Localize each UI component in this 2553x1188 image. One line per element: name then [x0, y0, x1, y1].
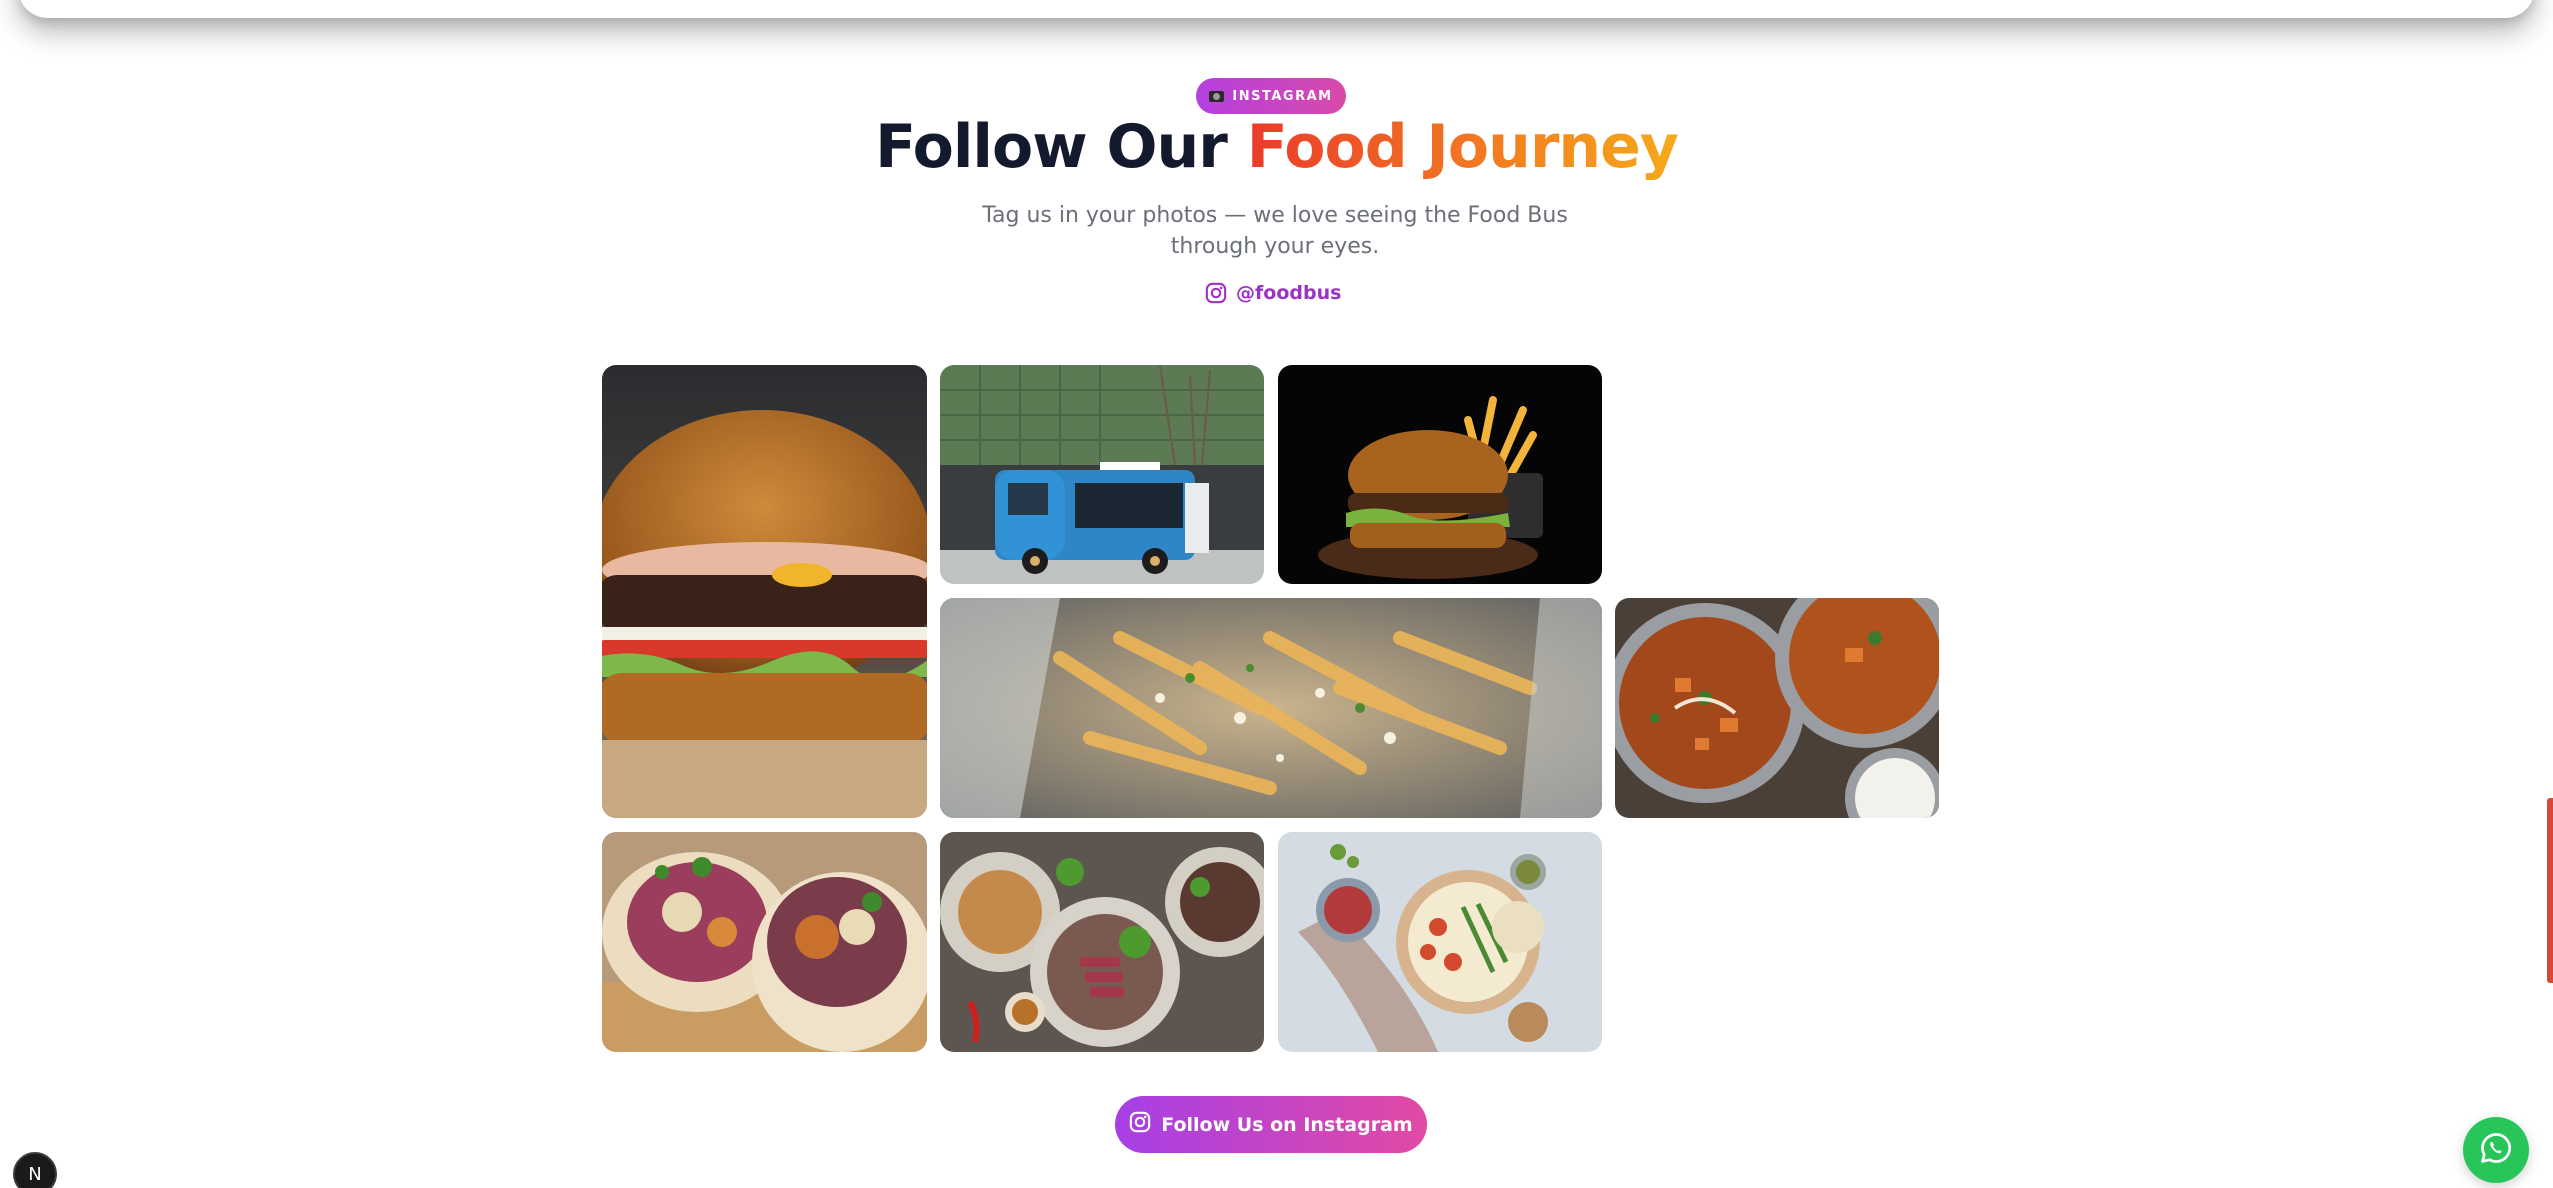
section-title: Follow Our Food Journey [0, 112, 2553, 182]
gallery-tile-salad[interactable] [1278, 832, 1602, 1052]
gallery-tile-steak[interactable] [940, 832, 1264, 1052]
loaded-fries-image [940, 598, 1602, 818]
instagram-handle-link[interactable]: @foodbus [1205, 278, 1341, 308]
gallery-tile-burger-fries[interactable] [1278, 365, 1602, 584]
food-truck-image [940, 365, 1264, 584]
instagram-icon [1205, 282, 1227, 304]
instagram-badge-label: INSTAGRAM [1232, 88, 1333, 104]
camera-icon [1209, 90, 1225, 102]
whatsapp-icon [2478, 1130, 2514, 1170]
whatsapp-button[interactable] [2463, 1117, 2529, 1183]
gallery-tile-burger[interactable] [602, 365, 927, 818]
dev-tools-badge-letter: N [28, 1163, 42, 1185]
steak-plates-image [940, 832, 1264, 1052]
follow-instagram-label: Follow Us on Instagram [1161, 1113, 1413, 1136]
dev-tools-badge[interactable]: N [13, 1152, 57, 1188]
gallery-tile-curry[interactable] [1615, 598, 1939, 818]
burger-image [602, 365, 927, 818]
wraps-image [602, 832, 927, 1052]
scrollbar-thumb[interactable] [2547, 798, 2553, 983]
gallery-tile-loaded-fries[interactable] [940, 598, 1602, 818]
instagram-handle-text: @foodbus [1236, 282, 1342, 304]
instagram-icon [1129, 1111, 1151, 1138]
curry-image [1615, 598, 1939, 818]
salad-bowl-image [1278, 832, 1602, 1052]
title-part: Follow Our [875, 112, 1247, 182]
instagram-section: INSTAGRAM Follow Our Food Journey Tag us… [0, 0, 2553, 1188]
follow-instagram-button[interactable]: Follow Us on Instagram [1115, 1096, 1427, 1153]
section-subtitle: Tag us in your photos — we love seeing t… [982, 203, 1568, 259]
gallery-tile-food-truck[interactable] [940, 365, 1264, 584]
gallery-tile-wraps[interactable] [602, 832, 927, 1052]
previous-section-edge [18, 0, 2535, 18]
burger-fries-image [1278, 365, 1602, 584]
title-accent: Food Journey [1246, 112, 1679, 182]
instagram-badge: INSTAGRAM [1196, 78, 1346, 114]
